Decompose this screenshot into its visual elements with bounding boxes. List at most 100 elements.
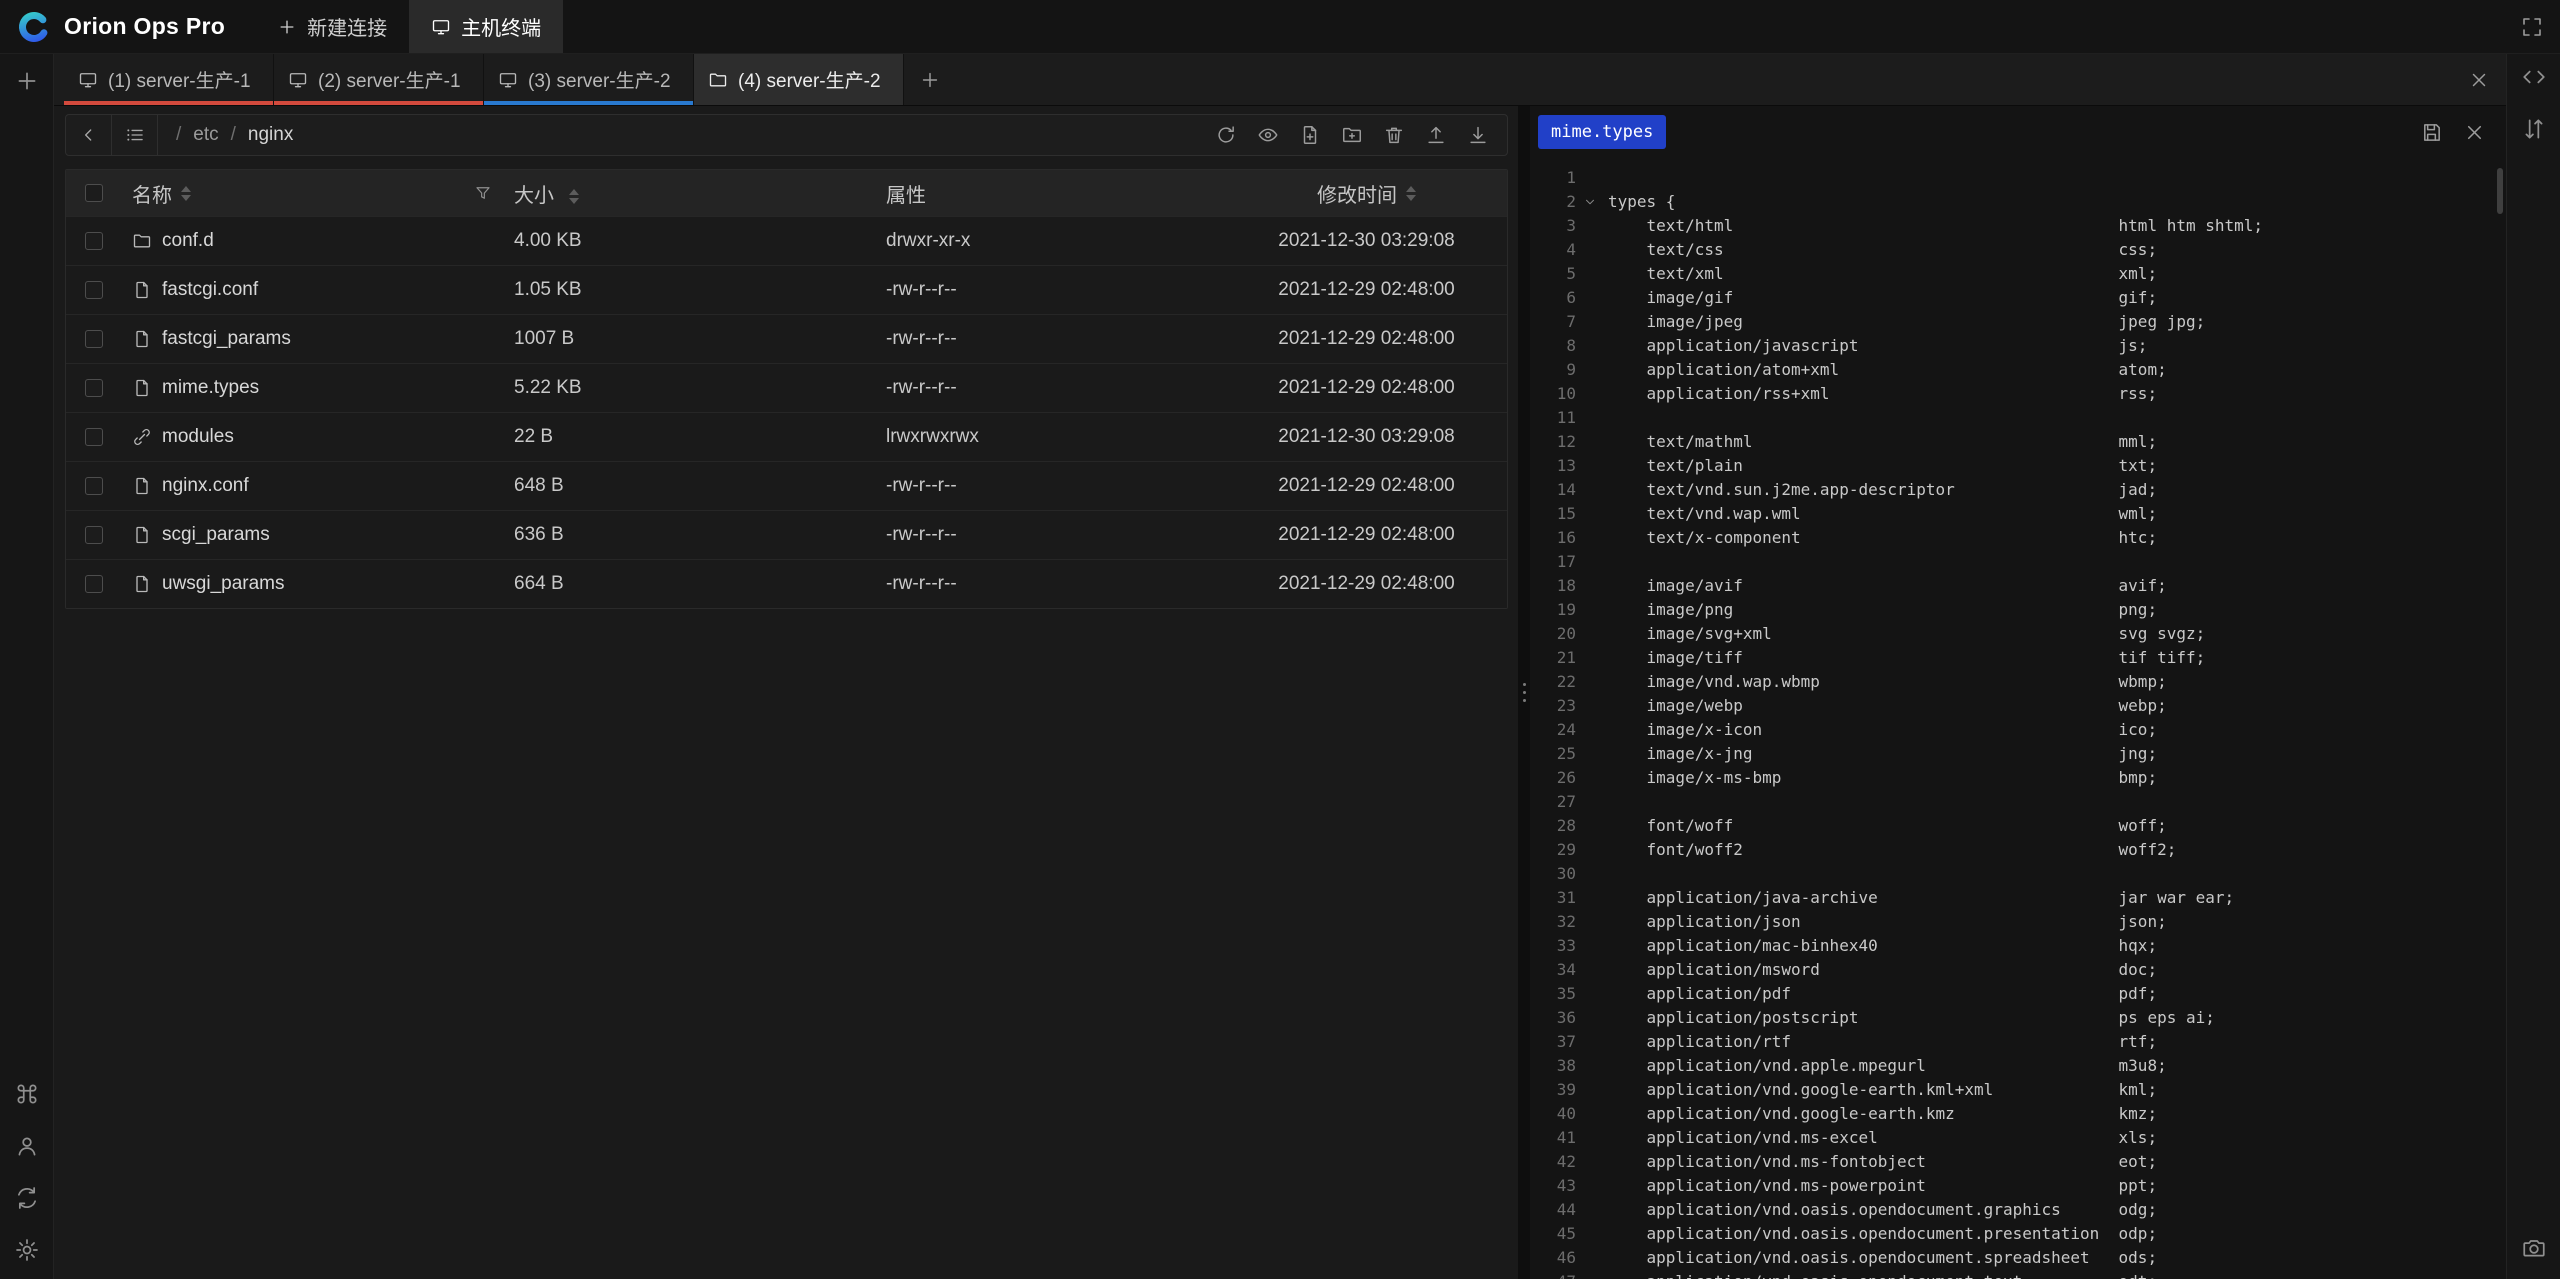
file-row-nginx.conf[interactable]: nginx.conf648 B-rw-r--r--2021-12-29 02:4… xyxy=(66,461,1507,510)
code-line[interactable]: 34 application/msword doc; xyxy=(1530,958,2506,982)
code-line[interactable]: 43 application/vnd.ms-powerpoint ppt; xyxy=(1530,1174,2506,1198)
code-line[interactable]: 41 application/vnd.ms-excel xls; xyxy=(1530,1126,2506,1150)
code-editor[interactable]: 12types {3 text/html html htm shtml;4 te… xyxy=(1530,158,2506,1279)
code-line[interactable]: 35 application/pdf pdf; xyxy=(1530,982,2506,1006)
code-line[interactable]: 40 application/vnd.google-earth.kmz kmz; xyxy=(1530,1102,2506,1126)
menu-item-host-terminal[interactable]: 主机终端 xyxy=(409,0,563,53)
file-name[interactable]: modules xyxy=(162,426,234,448)
code-line[interactable]: 13 text/plain txt; xyxy=(1530,454,2506,478)
row-checkbox[interactable] xyxy=(85,477,103,495)
code-line[interactable]: 2types { xyxy=(1530,190,2506,214)
row-checkbox[interactable] xyxy=(85,330,103,348)
code-line[interactable]: 32 application/json json; xyxy=(1530,910,2506,934)
session-tab-4[interactable]: (4) server-生产-2 xyxy=(694,54,904,105)
name-sort-button[interactable] xyxy=(181,186,191,201)
code-line[interactable]: 19 image/png png; xyxy=(1530,598,2506,622)
file-row-scgi_params[interactable]: scgi_params636 B-rw-r--r--2021-12-29 02:… xyxy=(66,510,1507,559)
row-checkbox[interactable] xyxy=(85,526,103,544)
code-line[interactable]: 39 application/vnd.google-earth.kml+xml … xyxy=(1530,1078,2506,1102)
code-line[interactable]: 11 xyxy=(1530,406,2506,430)
menu-item-new-connection[interactable]: 新建连接 xyxy=(255,0,409,53)
plus-button[interactable] xyxy=(14,68,40,94)
command-button[interactable] xyxy=(14,1081,40,1107)
code-line[interactable]: 31 application/java-archive jar war ear; xyxy=(1530,886,2506,910)
editor-scrollbar[interactable] xyxy=(2497,168,2503,214)
code-line[interactable]: 23 image/webp webp; xyxy=(1530,694,2506,718)
code-line[interactable]: 26 image/x-ms-bmp bmp; xyxy=(1530,766,2506,790)
row-checkbox[interactable] xyxy=(85,379,103,397)
code-line[interactable]: 10 application/rss+xml rss; xyxy=(1530,382,2506,406)
upload-button[interactable] xyxy=(1425,124,1447,146)
row-checkbox[interactable] xyxy=(85,281,103,299)
code-line[interactable]: 27 xyxy=(1530,790,2506,814)
open-file-tab[interactable]: mime.types xyxy=(1538,115,1666,149)
session-tab-2[interactable]: (2) server-生产-1 xyxy=(274,54,484,105)
fullscreen-button[interactable] xyxy=(2520,15,2544,39)
gear-button[interactable] xyxy=(14,1237,40,1263)
code-line[interactable]: 9 application/atom+xml atom; xyxy=(1530,358,2506,382)
code-line[interactable]: 8 application/javascript js; xyxy=(1530,334,2506,358)
code-line[interactable]: 45 application/vnd.oasis.opendocument.pr… xyxy=(1530,1222,2506,1246)
code-line[interactable]: 44 application/vnd.oasis.opendocument.gr… xyxy=(1530,1198,2506,1222)
code-line[interactable]: 16 text/x-component htc; xyxy=(1530,526,2506,550)
sync-button[interactable] xyxy=(14,1185,40,1211)
code-line[interactable]: 17 xyxy=(1530,550,2506,574)
code-line[interactable]: 29 font/woff2 woff2; xyxy=(1530,838,2506,862)
code-line[interactable]: 24 image/x-icon ico; xyxy=(1530,718,2506,742)
eye-button[interactable] xyxy=(1257,124,1279,146)
file-row-uwsgi_params[interactable]: uwsgi_params664 B-rw-r--r--2021-12-29 02… xyxy=(66,559,1507,608)
code-line[interactable]: 30 xyxy=(1530,862,2506,886)
panel-splitter[interactable] xyxy=(1518,106,1530,1279)
size-sort-button[interactable] xyxy=(569,189,579,204)
file-name[interactable]: scgi_params xyxy=(162,524,270,546)
close-button[interactable] xyxy=(2463,121,2486,144)
code-line[interactable]: 14 text/vnd.sun.j2me.app-descriptor jad; xyxy=(1530,478,2506,502)
mtime-sort-button[interactable] xyxy=(1406,186,1416,201)
download-button[interactable] xyxy=(1467,124,1489,146)
code-button[interactable] xyxy=(2521,64,2547,90)
code-line[interactable]: 46 application/vnd.oasis.opendocument.sp… xyxy=(1530,1246,2506,1270)
file-name[interactable]: uwsgi_params xyxy=(162,573,285,595)
directory-list-button[interactable] xyxy=(112,115,158,155)
file-row-conf.d[interactable]: conf.d4.00 KBdrwxr-xr-x2021-12-30 03:29:… xyxy=(66,216,1507,265)
code-line[interactable]: 36 application/postscript ps eps ai; xyxy=(1530,1006,2506,1030)
code-line[interactable]: 1 xyxy=(1530,166,2506,190)
name-filter-icon[interactable] xyxy=(474,184,492,202)
file-plus-button[interactable] xyxy=(1299,124,1321,146)
fold-chevron-icon[interactable] xyxy=(1576,190,1604,214)
row-checkbox[interactable] xyxy=(85,232,103,250)
file-row-modules[interactable]: modules22 Blrwxrwxrwx2021-12-30 03:29:08 xyxy=(66,412,1507,461)
user-button[interactable] xyxy=(14,1133,40,1159)
back-button[interactable] xyxy=(66,115,112,155)
close-all-sessions-button[interactable] xyxy=(2468,69,2490,91)
session-tab-3[interactable]: (3) server-生产-2 xyxy=(484,54,694,105)
trash-button[interactable] xyxy=(1383,124,1405,146)
code-line[interactable]: 22 image/vnd.wap.wbmp wbmp; xyxy=(1530,670,2506,694)
code-line[interactable]: 3 text/html html htm shtml; xyxy=(1530,214,2506,238)
breadcrumb-segment-etc[interactable]: etc xyxy=(193,124,218,146)
save-button[interactable] xyxy=(2420,121,2443,144)
code-line[interactable]: 21 image/tiff tif tiff; xyxy=(1530,646,2506,670)
code-line[interactable]: 5 text/xml xml; xyxy=(1530,262,2506,286)
code-line[interactable]: 7 image/jpeg jpeg jpg; xyxy=(1530,310,2506,334)
file-row-fastcgi.conf[interactable]: fastcgi.conf1.05 KB-rw-r--r--2021-12-29 … xyxy=(66,265,1507,314)
file-name[interactable]: mime.types xyxy=(162,377,259,399)
code-line[interactable]: 42 application/vnd.ms-fontobject eot; xyxy=(1530,1150,2506,1174)
code-line[interactable]: 18 image/avif avif; xyxy=(1530,574,2506,598)
breadcrumb-segment-nginx[interactable]: nginx xyxy=(248,124,293,146)
code-line[interactable]: 25 image/x-jng jng; xyxy=(1530,742,2506,766)
row-checkbox[interactable] xyxy=(85,575,103,593)
file-name[interactable]: fastcgi_params xyxy=(162,328,291,350)
code-line[interactable]: 4 text/css css; xyxy=(1530,238,2506,262)
folder-plus-button[interactable] xyxy=(1341,124,1363,146)
swap-vertical-button[interactable] xyxy=(2521,116,2547,142)
refresh-button[interactable] xyxy=(1215,124,1237,146)
code-line[interactable]: 47 application/vnd.oasis.opendocument.te… xyxy=(1530,1270,2506,1279)
file-row-fastcgi_params[interactable]: fastcgi_params1007 B-rw-r--r--2021-12-29… xyxy=(66,314,1507,363)
code-line[interactable]: 6 image/gif gif; xyxy=(1530,286,2506,310)
file-name[interactable]: conf.d xyxy=(162,230,214,252)
code-line[interactable]: 12 text/mathml mml; xyxy=(1530,430,2506,454)
session-tab-1[interactable]: (1) server-生产-1 xyxy=(64,54,274,105)
code-line[interactable]: 20 image/svg+xml svg svgz; xyxy=(1530,622,2506,646)
code-line[interactable]: 28 font/woff woff; xyxy=(1530,814,2506,838)
